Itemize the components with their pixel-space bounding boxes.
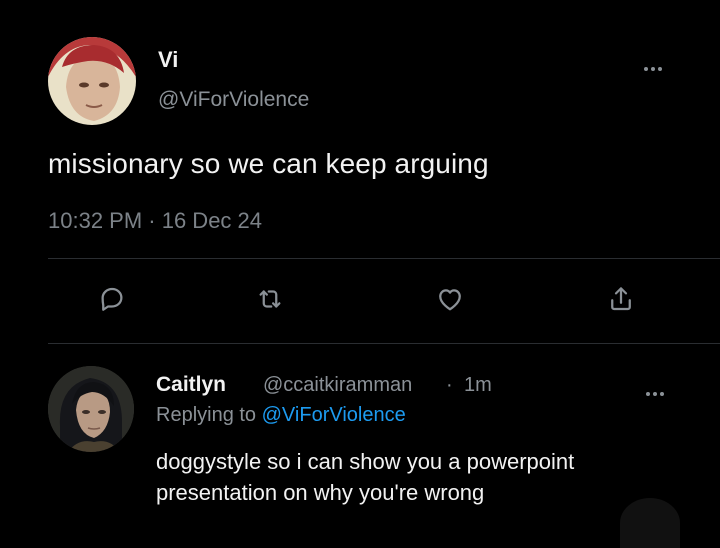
tweet-text: missionary so we can keep arguing bbox=[48, 148, 489, 179]
retweet-icon bbox=[259, 290, 281, 308]
divider bbox=[48, 258, 720, 259]
reply-handle[interactable]: @ccaitkiramman bbox=[263, 374, 412, 397]
display-name[interactable]: Vi bbox=[158, 47, 178, 73]
share-button[interactable] bbox=[603, 281, 639, 317]
reply-text: doggystyle so i can show you a powerpoin… bbox=[156, 449, 575, 505]
avatar[interactable] bbox=[48, 366, 134, 452]
reply-time[interactable]: 1m bbox=[464, 374, 492, 397]
handle[interactable]: @ViForViolence bbox=[158, 88, 309, 112]
replying-to: Replying to @ViForViolence bbox=[156, 404, 406, 427]
like-button[interactable] bbox=[432, 281, 468, 317]
avatar[interactable] bbox=[48, 37, 136, 125]
reply-icon bbox=[101, 287, 123, 311]
partial-element bbox=[620, 498, 680, 548]
more-options-icon[interactable] bbox=[646, 383, 674, 396]
retweet-button[interactable] bbox=[252, 281, 288, 317]
more-options-icon[interactable] bbox=[644, 58, 672, 71]
reply-display-name[interactable]: Caitlyn bbox=[156, 373, 226, 397]
like-icon bbox=[439, 289, 461, 311]
share-icon bbox=[611, 287, 631, 311]
replying-to-label: Replying to bbox=[156, 404, 262, 426]
tweet-timestamp[interactable]: 10:32 PM · 16 Dec 24 bbox=[48, 208, 262, 234]
divider bbox=[48, 343, 720, 344]
reply-separator: · bbox=[446, 374, 453, 396]
replying-to-link[interactable]: @ViForViolence bbox=[262, 404, 406, 426]
reply-button[interactable] bbox=[94, 281, 130, 317]
